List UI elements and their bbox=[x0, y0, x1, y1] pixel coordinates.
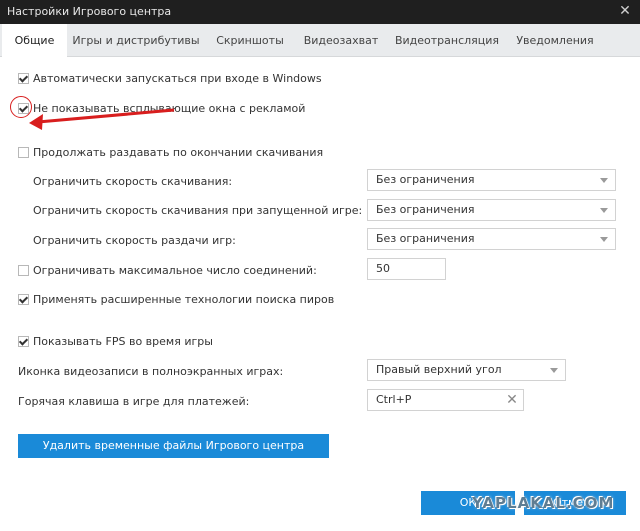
tab-video-capture[interactable]: Видеозахват bbox=[300, 24, 382, 57]
record-icon-select[interactable]: Правый верхний угол bbox=[367, 359, 566, 381]
max-connections-label: Ограничивать максимальное число соединен… bbox=[33, 264, 317, 277]
annotation-arrow-icon bbox=[29, 108, 175, 130]
download-limit-ingame-label: Ограничить скорость скачивания при запущ… bbox=[33, 204, 363, 217]
autostart-checkbox[interactable] bbox=[18, 73, 29, 84]
download-limit-ingame-value: Без ограничения bbox=[376, 203, 475, 216]
keep-seeding-label: Продолжать раздавать по окончании скачив… bbox=[33, 146, 324, 159]
payment-hotkey-input[interactable]: Ctrl+P ✕ bbox=[367, 389, 524, 411]
max-connections-input[interactable]: 50 bbox=[367, 258, 446, 280]
clear-icon[interactable]: ✕ bbox=[505, 392, 519, 408]
chevron-down-icon bbox=[600, 237, 608, 242]
upload-limit-value: Без ограничения bbox=[376, 232, 475, 245]
payment-hotkey-label: Горячая клавиша в игре для платежей: bbox=[18, 395, 250, 408]
delete-temp-files-button[interactable]: Удалить временные файлы Игрового центра bbox=[18, 434, 329, 458]
download-limit-ingame-select[interactable]: Без ограничения bbox=[367, 199, 616, 221]
tab-streaming[interactable]: Видеотрансляция bbox=[392, 24, 502, 57]
tab-bar: Общие Игры и дистрибутивы Скриншоты Виде… bbox=[0, 24, 640, 57]
record-icon-label: Иконка видеозаписи в полноэкранных играх… bbox=[18, 365, 284, 378]
close-icon[interactable]: ✕ bbox=[617, 3, 633, 19]
download-limit-select[interactable]: Без ограничения bbox=[367, 169, 616, 191]
watermark: YAPLAKAL.COM bbox=[472, 494, 615, 512]
show-fps-label: Показывать FPS во время игры bbox=[33, 335, 213, 348]
peer-search-label: Применять расширенные технологии поиска … bbox=[33, 293, 335, 306]
peer-search-checkbox[interactable] bbox=[18, 294, 29, 305]
window-title: Настройки Игрового центра bbox=[7, 5, 172, 18]
upload-limit-select[interactable]: Без ограничения bbox=[367, 228, 616, 250]
chevron-down-icon bbox=[550, 368, 558, 373]
download-limit-label: Ограничить скорость скачивания: bbox=[33, 175, 233, 188]
chevron-down-icon bbox=[600, 178, 608, 183]
payment-hotkey-value: Ctrl+P bbox=[376, 393, 412, 406]
autostart-label: Автоматически запускаться при входе в Wi… bbox=[33, 72, 322, 85]
chevron-down-icon bbox=[600, 208, 608, 213]
tab-screenshots[interactable]: Скриншоты bbox=[210, 24, 290, 57]
record-icon-value: Правый верхний угол bbox=[376, 363, 502, 376]
upload-limit-label: Ограничить скорость раздачи игр: bbox=[33, 234, 236, 247]
show-fps-checkbox[interactable] bbox=[18, 336, 29, 347]
keep-seeding-checkbox[interactable] bbox=[18, 147, 29, 158]
tab-games[interactable]: Игры и дистрибутивы bbox=[72, 24, 200, 57]
tab-notifications[interactable]: Уведомления bbox=[512, 24, 598, 57]
download-limit-value: Без ограничения bbox=[376, 173, 475, 186]
max-connections-checkbox[interactable] bbox=[18, 265, 29, 276]
title-bar: Настройки Игрового центра ✕ bbox=[0, 0, 640, 24]
tab-general[interactable]: Общие bbox=[2, 24, 67, 57]
